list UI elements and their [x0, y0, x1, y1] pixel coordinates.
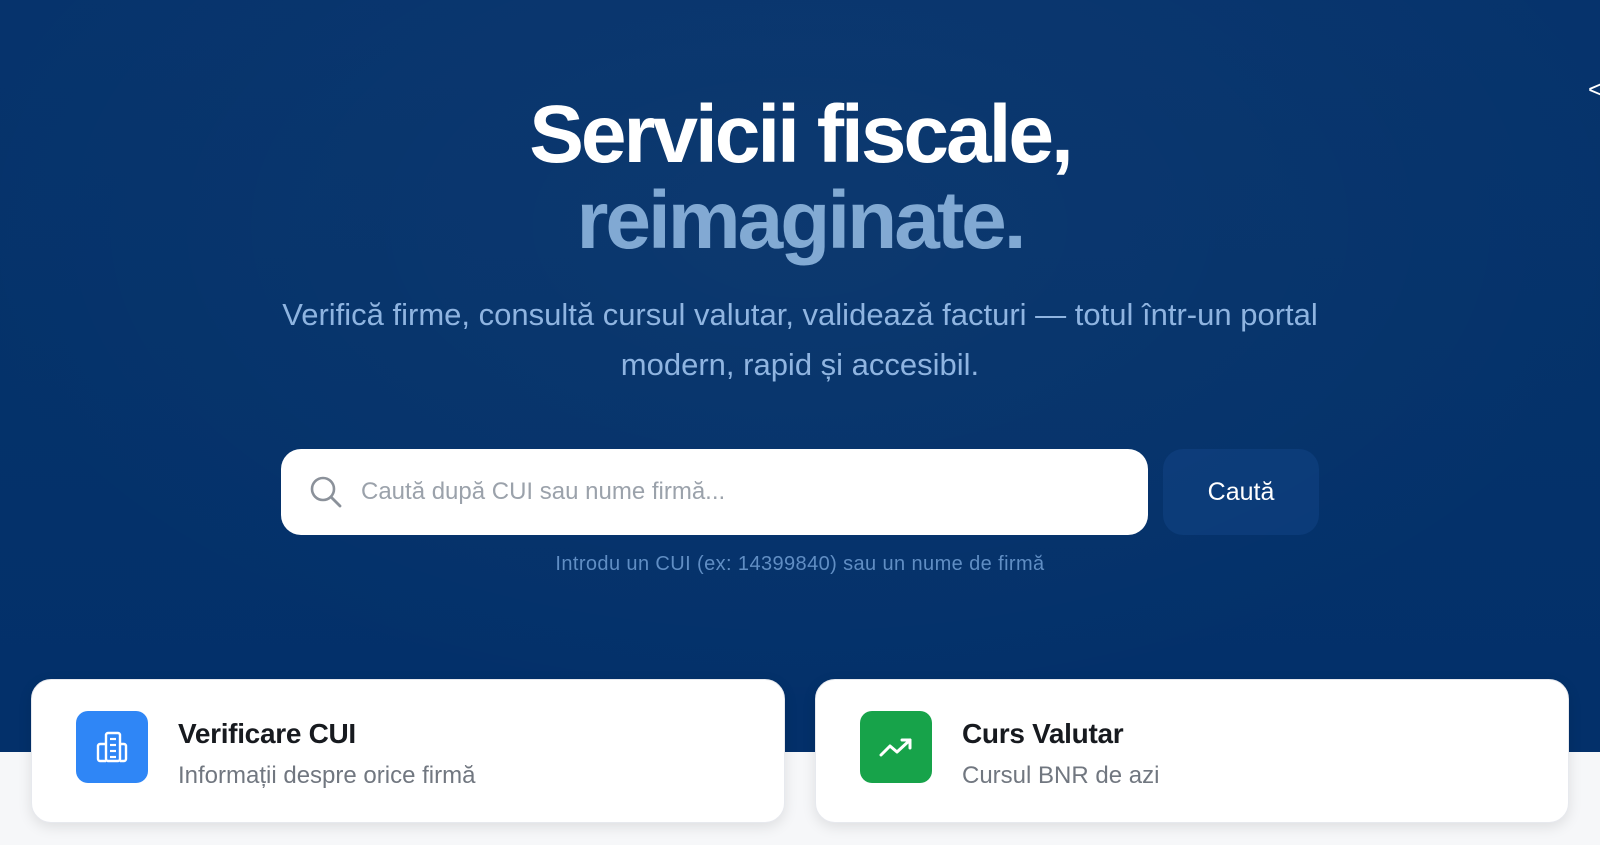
card-title: Verificare CUI [178, 718, 356, 749]
hero-title: Servicii fiscale, [529, 89, 1074, 180]
hero-title-accent: reimaginate. [576, 175, 1026, 266]
card-verificare-cui[interactable]: Verificare CUI Informații despre orice f… [31, 679, 785, 823]
card-title: Curs Valutar [962, 718, 1124, 749]
search-input[interactable] [361, 467, 1121, 517]
card-curs-valutar[interactable]: Curs Valutar Cursul BNR de azi [815, 679, 1569, 823]
hero-subtitle: Verifică firme, consultă cursul valutar,… [282, 297, 1318, 382]
card-subtitle: Informații despre orice firmă [178, 762, 476, 789]
hero-section: < Servicii fiscale, reimaginate. Verific… [0, 0, 1600, 752]
trending-up-icon [860, 711, 932, 783]
search-icon [310, 476, 342, 508]
building-icon [76, 711, 148, 783]
collapse-chevron-icon[interactable]: < [1588, 76, 1600, 102]
search-box[interactable] [281, 449, 1148, 535]
search-button[interactable]: Caută [1163, 449, 1319, 535]
search-hint: Introdu un CUI (ex: 14399840) sau un num… [555, 553, 1045, 575]
card-subtitle: Cursul BNR de azi [962, 762, 1160, 789]
